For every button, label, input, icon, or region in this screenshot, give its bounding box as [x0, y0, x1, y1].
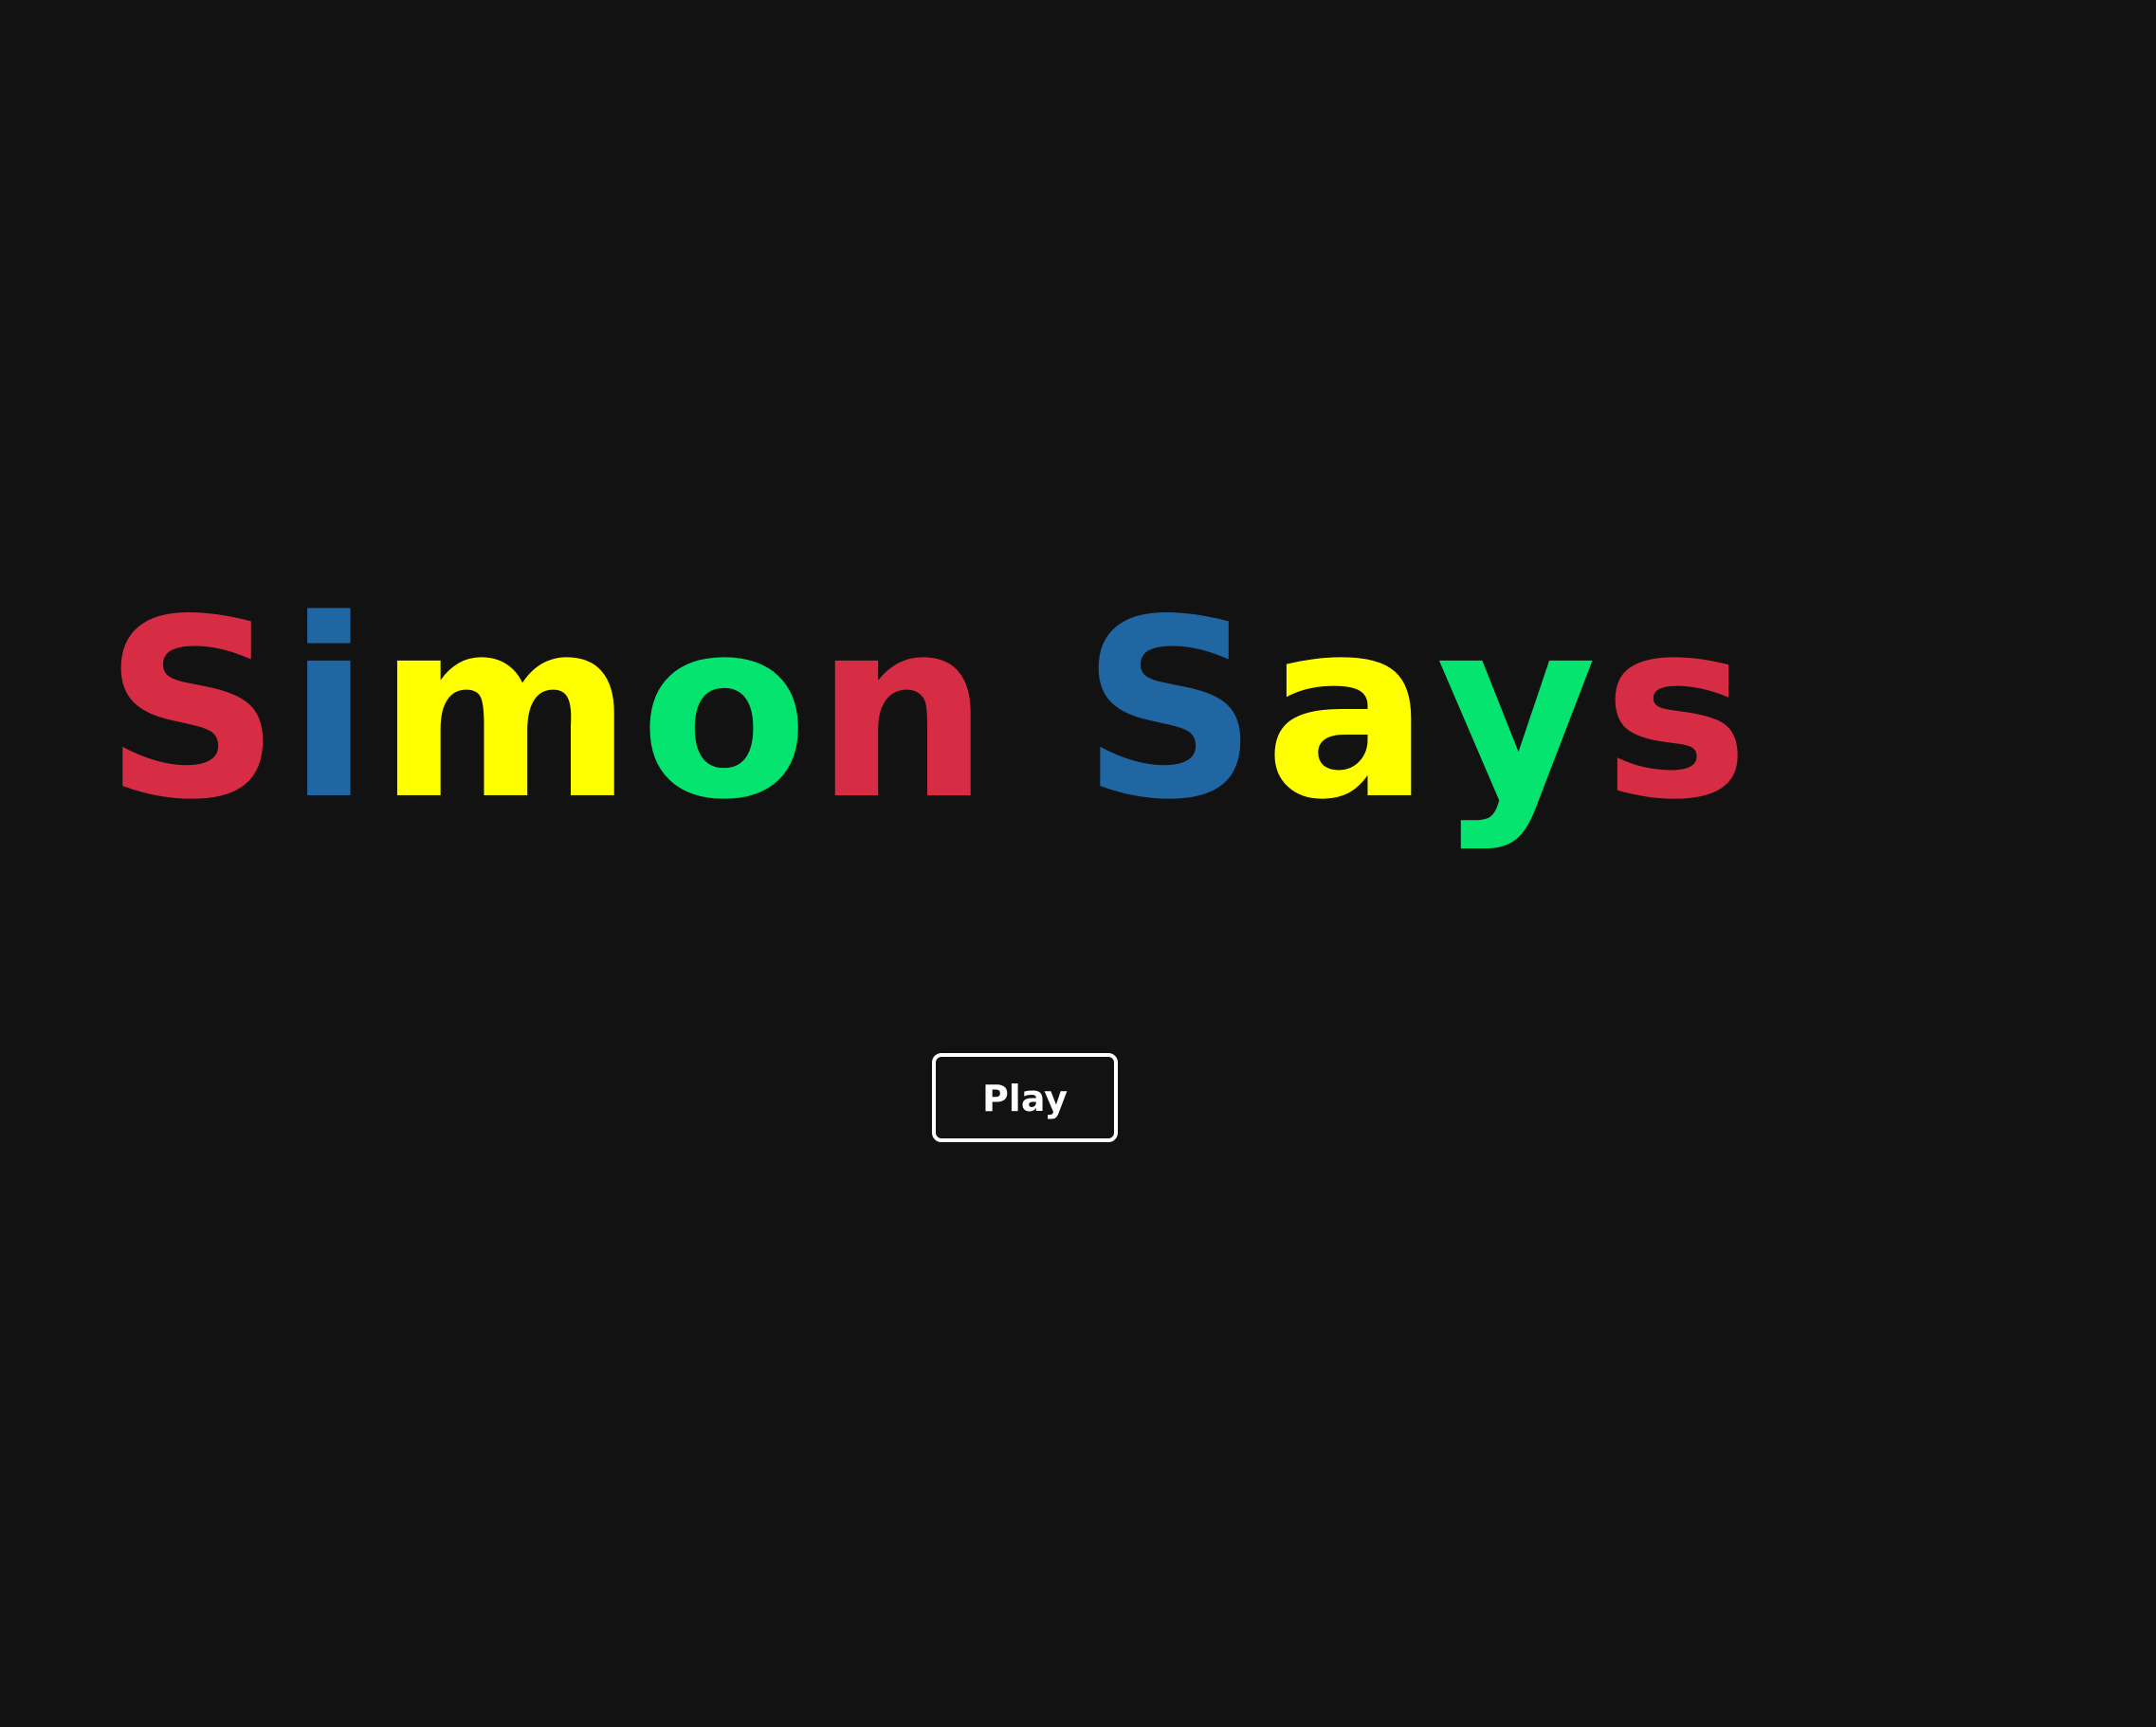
title-letter-i: i [286, 568, 377, 854]
start-screen: Simon Says Play [0, 0, 2156, 1727]
title-letter-a: a [1264, 568, 1436, 854]
title-letter-n: n [813, 568, 996, 854]
title-letter-s3: s [1602, 568, 1755, 854]
title-letter-o: o [639, 568, 814, 854]
title-letter-y: y [1435, 568, 1603, 854]
title-letter-m: m [376, 568, 640, 854]
game-title: Simon Says [0, 531, 1858, 891]
play-button[interactable]: Play [932, 1053, 1118, 1142]
title-letter-s2: S [1081, 568, 1265, 854]
title-letter-s: S [102, 568, 287, 854]
